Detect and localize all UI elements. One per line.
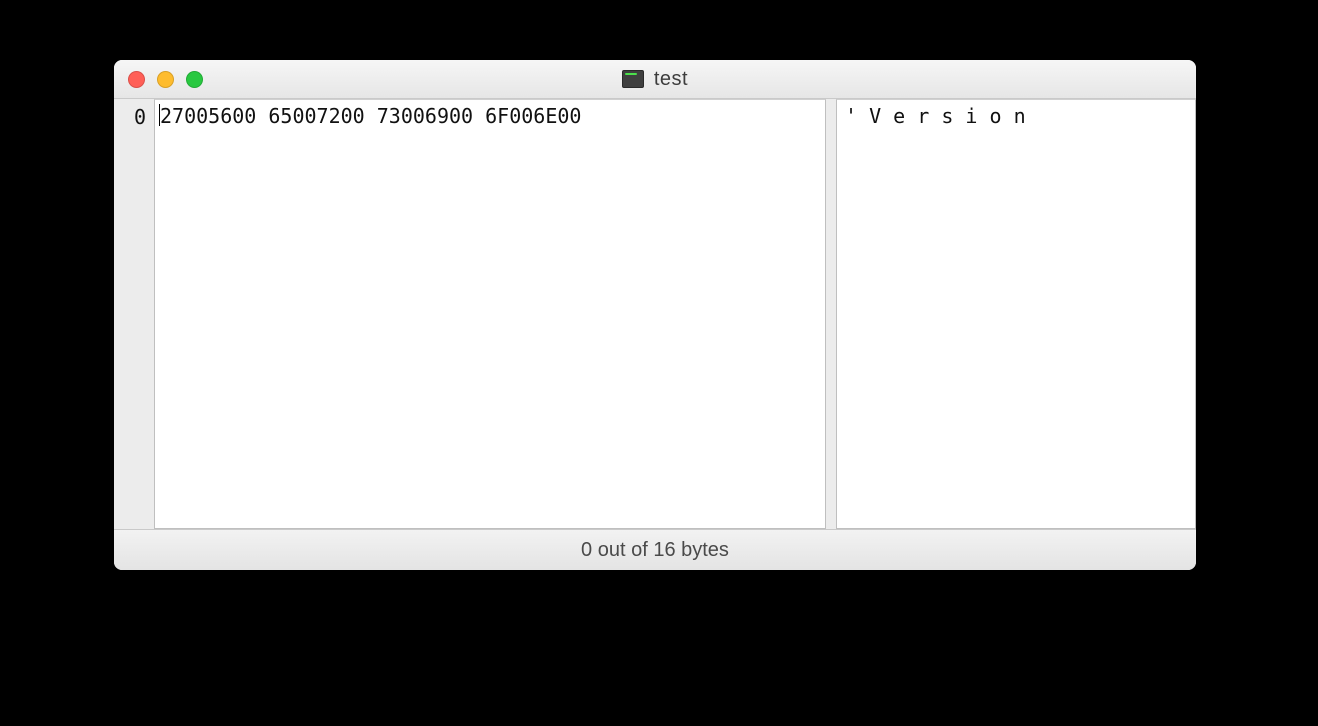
app-window: test 0 27005600 65007200 73006900 6F006E… — [114, 60, 1196, 570]
window-controls — [128, 71, 203, 88]
zoom-icon[interactable] — [186, 71, 203, 88]
hex-pane[interactable]: 27005600 65007200 73006900 6F006E00 — [154, 99, 826, 529]
minimize-icon[interactable] — [157, 71, 174, 88]
title-center: test — [114, 60, 1196, 98]
pane-gap — [826, 99, 836, 529]
document-icon — [622, 70, 644, 88]
offset-value: 0 — [114, 105, 146, 129]
window-title: test — [654, 68, 688, 91]
ascii-row: ' V e r s i o n — [845, 104, 1026, 128]
hex-row: 27005600 65007200 73006900 6F006E00 — [160, 104, 581, 128]
status-text: 0 out of 16 bytes — [581, 539, 729, 562]
offset-gutter: 0 — [114, 99, 154, 529]
status-bar: 0 out of 16 bytes — [114, 529, 1196, 570]
content-area: 0 27005600 65007200 73006900 6F006E00 ' … — [114, 99, 1196, 529]
close-icon[interactable] — [128, 71, 145, 88]
ascii-pane[interactable]: ' V e r s i o n — [836, 99, 1196, 529]
titlebar[interactable]: test — [114, 60, 1196, 99]
